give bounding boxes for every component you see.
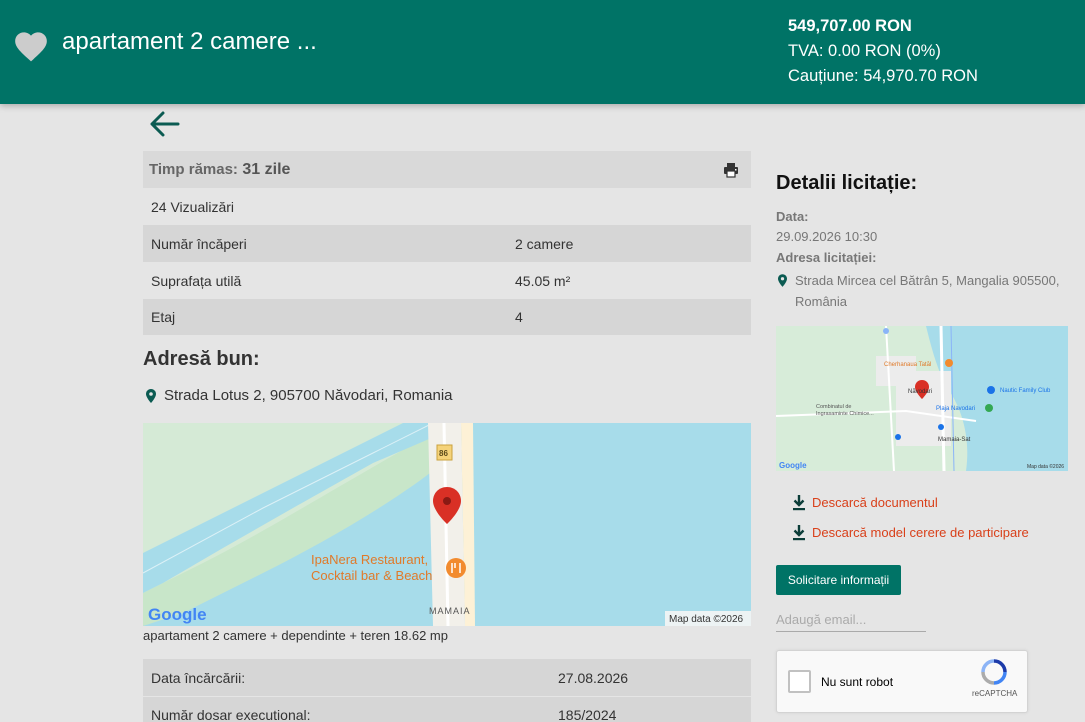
map-label: Cherhanaua Tatăl — [884, 362, 931, 368]
request-info-button[interactable]: Solicitare informații — [776, 565, 901, 595]
time-remaining-bar: Timp rămas: 31 zile — [143, 151, 751, 188]
printer-icon[interactable] — [723, 162, 739, 178]
time-label: Timp rămas: — [149, 160, 238, 178]
spec-value: 4 — [515, 309, 523, 325]
auction-address-value: Strada Mircea cel Bătrân 5, Mangalia 905… — [795, 273, 1060, 309]
spec-row: Număr încăperi 2 camere — [143, 225, 751, 262]
deposit: Cauțiune: 54,970.70 RON — [788, 67, 978, 85]
auction-map[interactable]: Cherhanaua Tatăl Năvodari Nautic Family … — [776, 326, 1068, 471]
download-label: Descarcă model cerere de participare — [812, 525, 1029, 540]
map-canvas: Cherhanaua Tatăl Năvodari Nautic Family … — [776, 326, 1068, 471]
detail-value: 185/2024 — [558, 707, 617, 722]
recaptcha-widget: Nu sunt robot reCAPTCHA — [776, 650, 1028, 713]
map-label: Năvodari — [908, 389, 932, 395]
spec-value: 2 camere — [515, 235, 574, 252]
spec-row: Suprafața utilă 45.05 m² — [143, 262, 751, 299]
captcha-checkbox[interactable] — [788, 670, 811, 693]
arrow-left-icon[interactable] — [148, 110, 180, 138]
captcha-label: Nu sunt robot — [821, 675, 894, 689]
poi-label: Cocktail bar & Beach — [311, 568, 432, 583]
map-label: Ingrasaminte Chimice... — [816, 411, 874, 417]
map-caption: apartament 2 camere + dependinte + teren… — [143, 628, 448, 643]
captcha-brand: reCAPTCHA — [972, 689, 1018, 698]
spec-value: 45.05 m² — [515, 272, 571, 289]
spec-row: Etaj 4 — [143, 299, 751, 335]
detail-row: Data încărcării: 27.08.2026 — [143, 659, 751, 696]
google-logo: Google — [148, 605, 207, 624]
vat: TVA: 0.00 RON (0%) — [788, 42, 941, 60]
map-attribution: Map data ©2026 — [1027, 463, 1064, 470]
download-label: Descarcă documentul — [812, 495, 938, 510]
map-attribution: Map data ©2026 — [669, 614, 744, 625]
download-icon — [793, 495, 805, 511]
views-count: 24 Vizualizări — [143, 188, 751, 225]
download-document-link[interactable]: Descarcă documentul — [792, 494, 938, 511]
auction-heading: Detalii licitație: — [776, 172, 918, 194]
auction-address-label: Adresa licitației: — [776, 250, 877, 265]
download-form-link[interactable]: Descarcă model cerere de participare — [792, 524, 1029, 541]
map-label: Combinatul de — [816, 404, 851, 410]
time-value: 31 zile — [242, 160, 291, 178]
price-block: 549,707.00 RON TVA: 0.00 RON (0%) Cauțiu… — [788, 14, 978, 89]
map-pin-icon — [146, 388, 156, 403]
detail-row: Număr dosar executional: 185/2024 — [143, 696, 751, 722]
map-label: Nautic Family Club — [1000, 388, 1051, 394]
spec-label: Număr încăperi — [151, 235, 247, 252]
top-bar: apartament 2 camere ... 549,707.00 RON T… — [0, 0, 1085, 104]
map-label: Mamaia-Sat — [938, 437, 971, 443]
auction-date-value: 29.09.2026 10:30 — [776, 229, 878, 244]
spec-label: Etaj — [151, 309, 176, 325]
road-label: 86 — [439, 449, 448, 458]
detail-label: Data încărcării: — [151, 669, 246, 686]
recaptcha-icon — [981, 659, 1007, 685]
spec-label: Suprafața utilă — [151, 272, 242, 289]
map-pin-icon — [778, 274, 787, 287]
map-label: Plaja Navodari — [936, 406, 975, 412]
property-map[interactable]: IpaNera Restaurant, Cocktail bar & Beach… — [143, 423, 751, 626]
download-icon — [793, 525, 805, 541]
listing-info: Timp rămas: 31 zile 24 Vizualizări Număr… — [143, 151, 751, 404]
address-text: Strada Lotus 2, 905700 Năvodari, Romania — [164, 387, 453, 404]
detail-value: 27.08.2026 — [558, 669, 629, 686]
price: 549,707.00 RON — [788, 17, 912, 35]
email-input[interactable] — [776, 608, 926, 632]
page-title: apartament 2 camere ... — [62, 28, 317, 55]
property-address: Strada Lotus 2, 905700 Năvodari, Romania — [143, 387, 751, 404]
heart-icon[interactable] — [12, 27, 50, 63]
poi-label: IpaNera Restaurant, — [311, 552, 428, 567]
area-label: MAMAIA — [429, 606, 471, 616]
auction-date-label: Data: — [776, 209, 809, 224]
google-logo: Google — [779, 461, 807, 470]
map-canvas: IpaNera Restaurant, Cocktail bar & Beach… — [143, 423, 751, 626]
detail-label: Număr dosar executional: — [151, 707, 311, 722]
auction-address: Strada Mircea cel Bătrân 5, Mangalia 905… — [776, 270, 1076, 312]
details-table: Data încărcării: 27.08.2026 Număr dosar … — [143, 659, 751, 722]
address-heading: Adresă bun: — [143, 348, 260, 370]
auction-details: Detalii licitație: Data: 29.09.2026 10:3… — [776, 172, 1076, 312]
